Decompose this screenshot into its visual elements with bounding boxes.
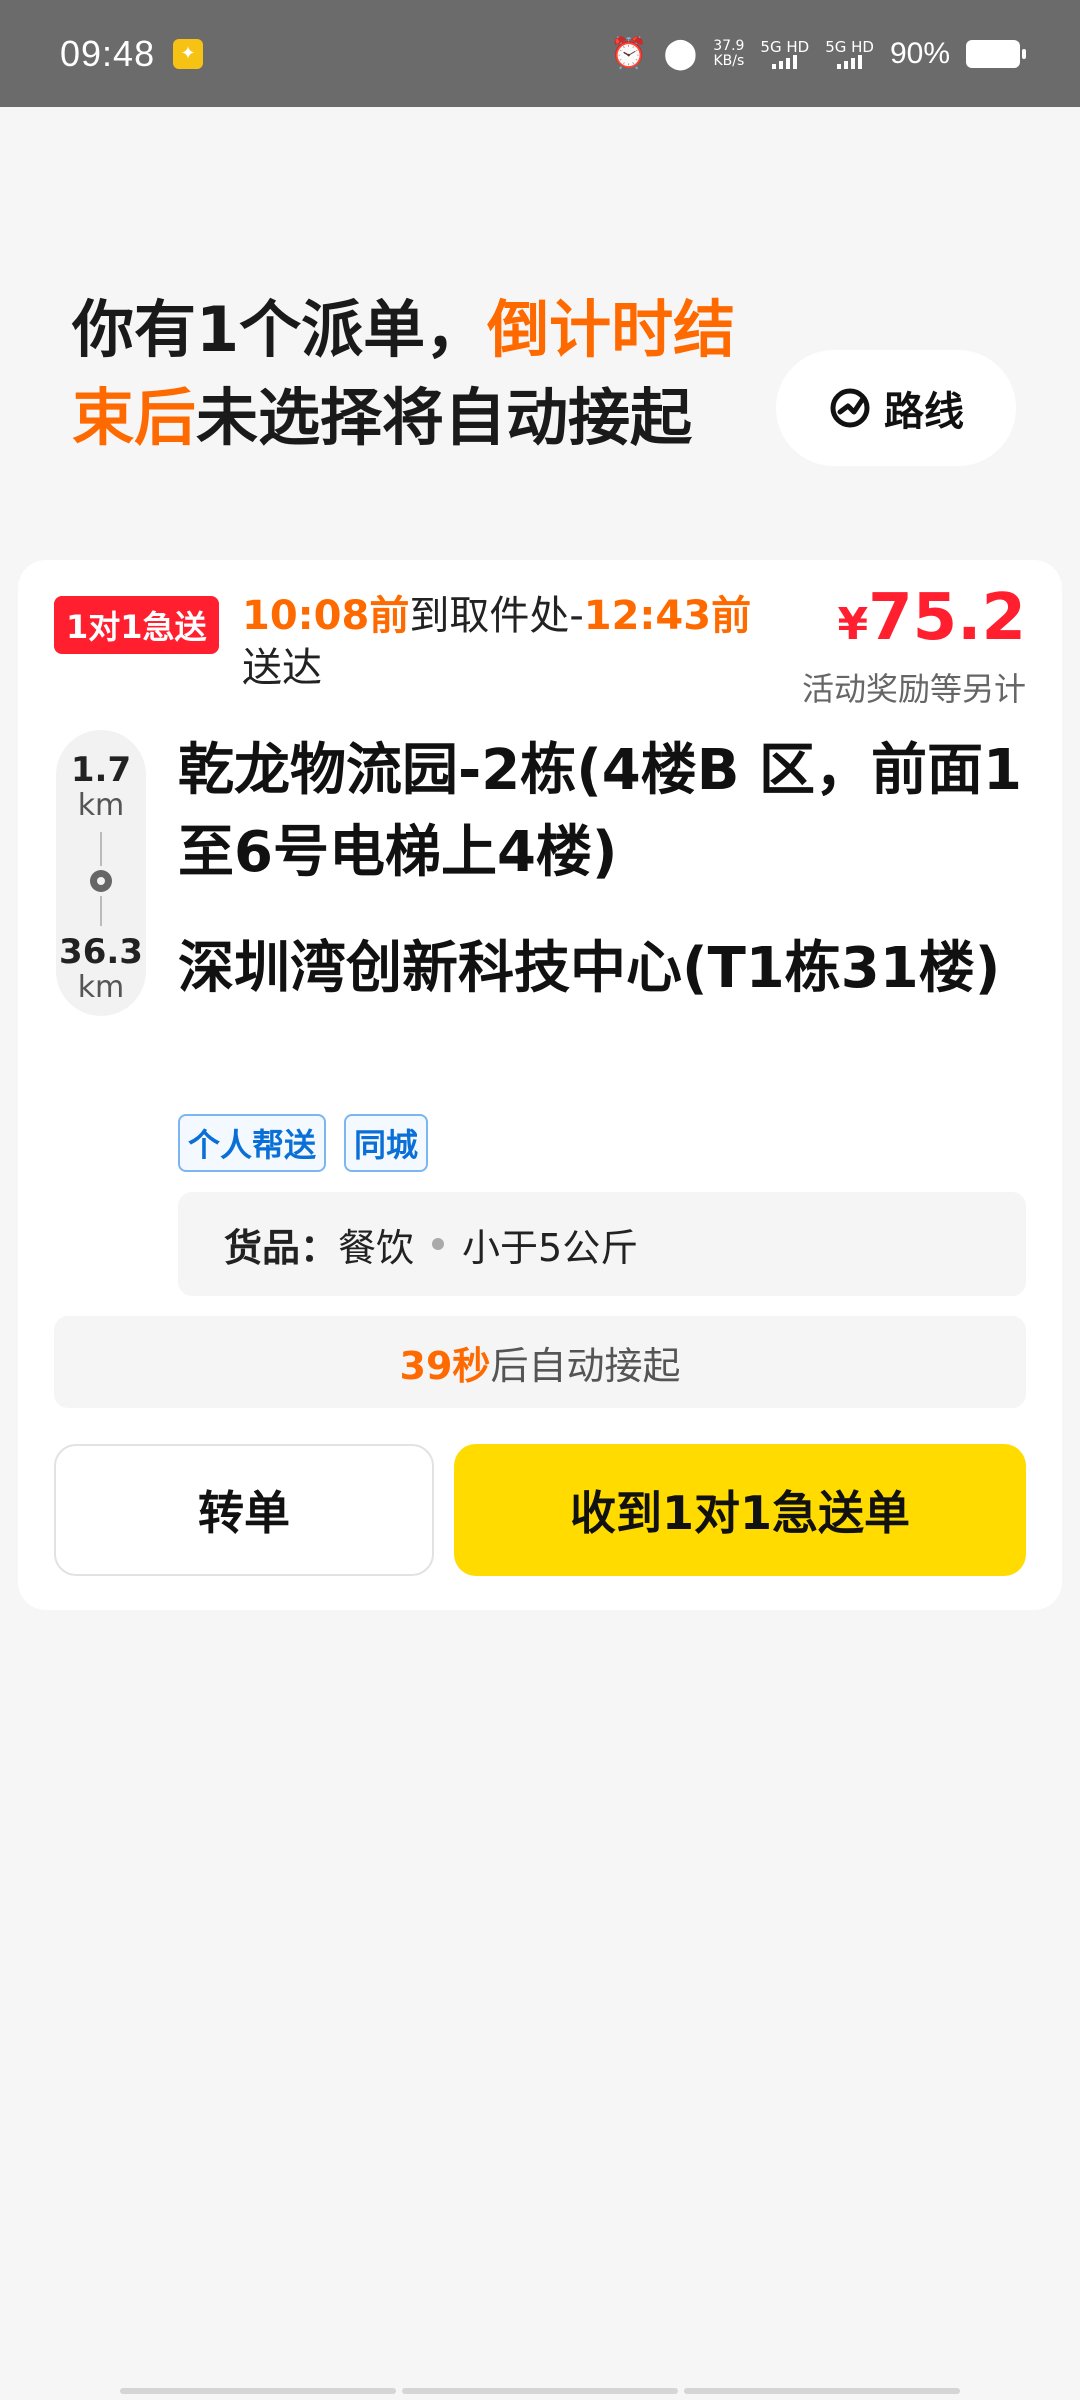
- battery-icon: [966, 39, 1026, 68]
- auto-accept-countdown: 39秒 后自动接起: [54, 1316, 1026, 1408]
- order-tags: 个人帮送 同城: [178, 1114, 429, 1172]
- route-button[interactable]: 路线: [776, 350, 1016, 466]
- app-notification-icon: ✦: [173, 38, 204, 69]
- gesture-bar: [120, 2388, 960, 2394]
- alarm-icon: ⏰: [610, 36, 648, 71]
- price-note: 活动奖励等另计: [801, 670, 1026, 708]
- status-bar: 09:48 ✦ ⏰ ⬤ 37.9 KB/s 5G HD 5G HD 90%: [0, 0, 1080, 107]
- network-speed: 37.9 KB/s: [713, 37, 745, 69]
- location-pin-icon: [90, 870, 112, 892]
- order-card[interactable]: 1对1急送 10:08前到取件处-12:43前送达 ¥75.2 活动奖励等另计 …: [18, 560, 1062, 1610]
- signal-sim1: 5G HD: [760, 39, 809, 69]
- delivery-distance: 36.3 km: [59, 932, 143, 1005]
- signal-sim2: 5G HD: [825, 39, 874, 69]
- signal-bars-icon: [772, 54, 798, 69]
- goods-info: 货品： 餐饮 小于5公斤: [178, 1192, 1026, 1296]
- tag-personal-delivery: 个人帮送: [178, 1114, 327, 1172]
- dispatch-message: 你有1个派单，倒计时结束后未选择将自动接起: [72, 293, 736, 454]
- transfer-order-button[interactable]: 转单: [54, 1444, 434, 1576]
- location-icon: ⬤: [663, 36, 698, 71]
- accept-order-button[interactable]: 收到1对1急送单: [454, 1444, 1026, 1576]
- delivery-address: 深圳湾创新科技中心(T1栋31楼): [178, 936, 1001, 1001]
- signal-bars-icon: [837, 54, 863, 69]
- tag-same-city: 同城: [344, 1114, 429, 1172]
- urgent-badge: 1对1急送: [54, 596, 219, 654]
- delivery-time-window: 10:08前到取件处-12:43前送达: [242, 593, 752, 691]
- battery-percent: 90%: [889, 36, 950, 70]
- pickup-address: 乾龙物流园-2栋(4楼B 区，前面1至6号电梯上4楼): [178, 738, 1022, 885]
- pickup-distance: 1.7 km: [70, 750, 132, 823]
- order-price: ¥75.2: [837, 581, 1026, 655]
- route-icon: [830, 388, 870, 428]
- distance-indicator: 1.7 km 36.3 km: [56, 730, 146, 1016]
- status-time: 09:48: [60, 32, 156, 74]
- separator-dot: [432, 1238, 445, 1250]
